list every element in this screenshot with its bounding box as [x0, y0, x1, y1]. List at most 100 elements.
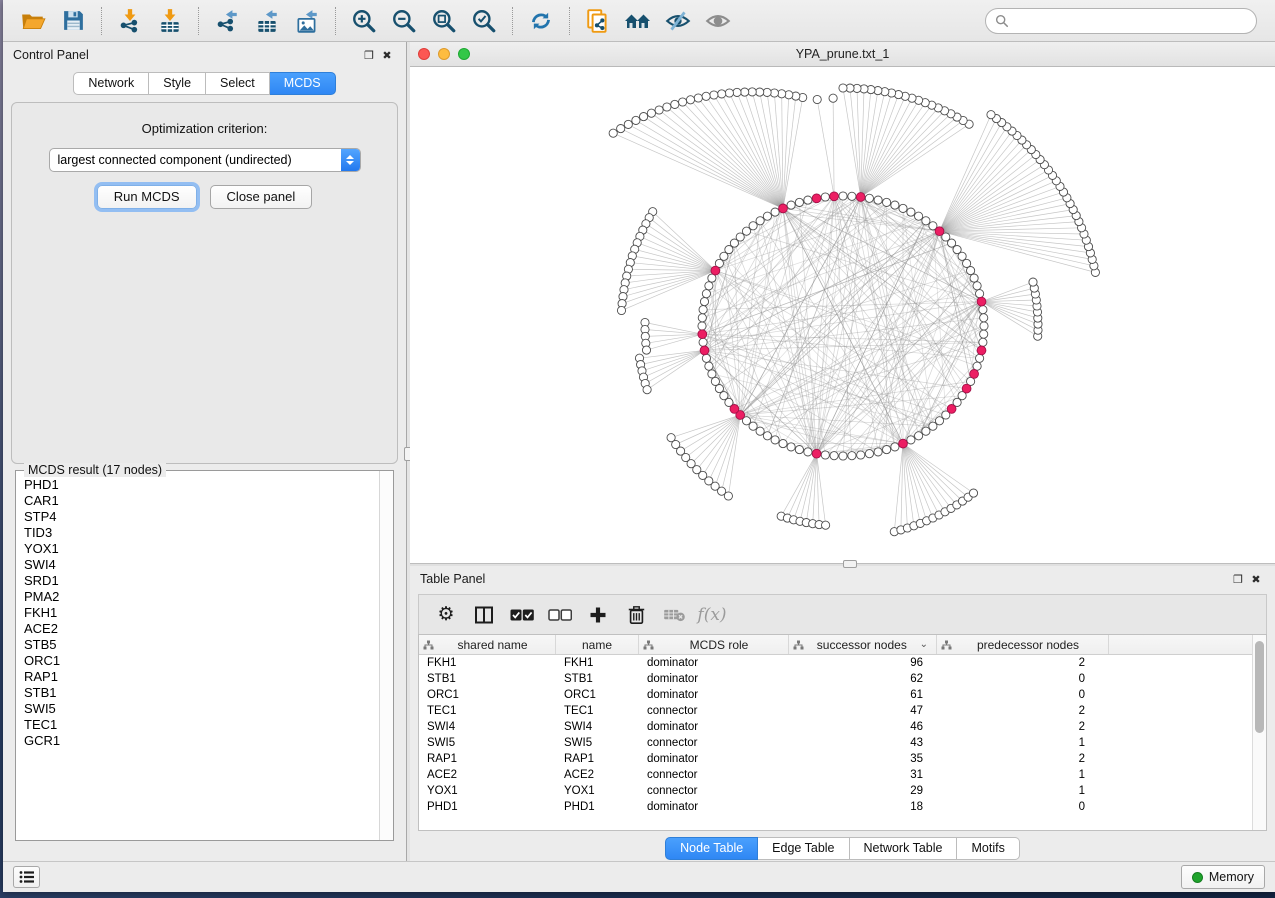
- unchecked-boxes-icon: [548, 608, 572, 622]
- mcds-list-scrollbar[interactable]: [379, 471, 393, 840]
- table-row[interactable]: SWI4 SWI4 dominator 46 2: [419, 719, 1252, 735]
- show-all-button[interactable]: [698, 4, 738, 38]
- table-row[interactable]: PHD1 PHD1 dominator 18 0: [419, 799, 1252, 815]
- delete-table-button[interactable]: [657, 600, 691, 630]
- hide-selected-button[interactable]: [658, 4, 698, 38]
- splitter-grip[interactable]: [843, 560, 857, 568]
- column-header-MCDS-role[interactable]: MCDS role: [639, 635, 789, 654]
- cell-mcds-role: connector: [639, 735, 789, 751]
- column-header-shared-name[interactable]: shared name: [419, 635, 556, 654]
- table-row[interactable]: FKH1 FKH1 dominator 96 2: [419, 655, 1252, 671]
- table-row[interactable]: TEC1 TEC1 connector 47 2: [419, 703, 1252, 719]
- mcds-result-item[interactable]: TID3: [24, 525, 379, 541]
- mcds-result-box: MCDS result (17 nodes) PHD1CAR1STP4TID3Y…: [15, 470, 394, 841]
- cell-filler: [1109, 783, 1252, 799]
- cell-filler: [1109, 735, 1252, 751]
- mcds-result-item[interactable]: STB1: [24, 685, 379, 701]
- mcds-result-item[interactable]: PHD1: [24, 477, 379, 493]
- mcds-result-item[interactable]: RAP1: [24, 669, 379, 685]
- cell-filler: [1109, 687, 1252, 703]
- mcds-result-item[interactable]: CAR1: [24, 493, 379, 509]
- table-row[interactable]: STB1 STB1 dominator 62 0: [419, 671, 1252, 687]
- horizontal-splitter[interactable]: [410, 563, 1275, 566]
- cell-mcds-role: dominator: [639, 719, 789, 735]
- zoom-fit-button[interactable]: [424, 4, 464, 38]
- run-mcds-button[interactable]: Run MCDS: [97, 185, 197, 209]
- tab-style[interactable]: Style: [149, 72, 206, 95]
- cell-mcds-role: dominator: [639, 751, 789, 767]
- criterion-dropdown[interactable]: largest connected component (undirected): [49, 148, 361, 172]
- tab-network-table[interactable]: Network Table: [850, 837, 958, 860]
- open-session-button[interactable]: [13, 4, 53, 38]
- search-input[interactable]: [1014, 14, 1247, 28]
- column-header-successor-nodes[interactable]: successor nodes ⌄: [789, 635, 937, 654]
- tab-node-table[interactable]: Node Table: [665, 837, 758, 860]
- mcds-result-item[interactable]: PMA2: [24, 589, 379, 605]
- mcds-result-item[interactable]: ORC1: [24, 653, 379, 669]
- first-neighbors-button[interactable]: [618, 4, 658, 38]
- table-row[interactable]: RAP1 RAP1 dominator 35 2: [419, 751, 1252, 767]
- search-icon: [995, 14, 1009, 28]
- export-table-button[interactable]: [247, 4, 287, 38]
- tab-mcds[interactable]: MCDS: [270, 72, 336, 95]
- mcds-result-item[interactable]: SWI5: [24, 701, 379, 717]
- mcds-result-item[interactable]: FKH1: [24, 605, 379, 621]
- add-column-button[interactable]: [581, 600, 615, 630]
- mcds-result-item[interactable]: SWI4: [24, 557, 379, 573]
- table-row[interactable]: SWI5 SWI5 connector 43 1: [419, 735, 1252, 751]
- close-panel-icon[interactable]: ✖: [1247, 573, 1265, 586]
- column-scope-icon: [643, 640, 654, 650]
- cell-mcds-role: dominator: [639, 655, 789, 671]
- mcds-result-item[interactable]: YOX1: [24, 541, 379, 557]
- table-row[interactable]: ACE2 ACE2 connector 31 1: [419, 767, 1252, 783]
- mcds-result-item[interactable]: ACE2: [24, 621, 379, 637]
- float-panel-icon[interactable]: ❐: [1229, 573, 1247, 586]
- tab-edge-table[interactable]: Edge Table: [758, 837, 849, 860]
- network-canvas[interactable]: [410, 67, 1275, 563]
- mcds-result-item[interactable]: GCR1: [24, 733, 379, 749]
- export-network-button[interactable]: [207, 4, 247, 38]
- cell-mcds-role: dominator: [639, 687, 789, 703]
- deselect-all-button[interactable]: [543, 600, 577, 630]
- zoom-in-button[interactable]: [344, 4, 384, 38]
- zoom-selected-button[interactable]: [464, 4, 504, 38]
- mcds-result-item[interactable]: STB5: [24, 637, 379, 653]
- column-header-name[interactable]: name: [556, 635, 639, 654]
- delete-column-button[interactable]: [619, 600, 653, 630]
- apply-layout-button[interactable]: [521, 4, 561, 38]
- table-row[interactable]: YOX1 YOX1 connector 29 1: [419, 783, 1252, 799]
- mcds-result-item[interactable]: SRD1: [24, 573, 379, 589]
- mcds-result-item[interactable]: STP4: [24, 509, 379, 525]
- table-settings-button[interactable]: ⚙: [429, 600, 463, 630]
- save-session-button[interactable]: [53, 4, 93, 38]
- zoom-out-button[interactable]: [384, 4, 424, 38]
- task-history-button[interactable]: [13, 866, 40, 888]
- scrollbar-thumb[interactable]: [1255, 641, 1264, 733]
- table-panel: Table Panel ❐ ✖ ⚙: [410, 566, 1275, 861]
- apply-function-button[interactable]: f(x): [695, 600, 729, 630]
- optimization-criterion-label: Optimization criterion:: [12, 121, 397, 136]
- table-scrollbar[interactable]: [1252, 635, 1266, 830]
- export-image-icon: [294, 8, 320, 34]
- cell-shared-name: RAP1: [419, 751, 556, 767]
- column-header-predecessor-nodes[interactable]: predecessor nodes: [937, 635, 1109, 654]
- import-network-button[interactable]: [110, 4, 150, 38]
- float-panel-icon[interactable]: ❐: [360, 49, 378, 62]
- close-panel-icon[interactable]: ✖: [378, 49, 396, 62]
- column-header-filler: [1109, 635, 1252, 654]
- memory-button[interactable]: Memory: [1181, 865, 1265, 889]
- mcds-result-item[interactable]: TEC1: [24, 717, 379, 733]
- split-panel-button[interactable]: [467, 600, 501, 630]
- select-all-button[interactable]: [505, 600, 539, 630]
- export-image-button[interactable]: [287, 4, 327, 38]
- import-table-button[interactable]: [150, 4, 190, 38]
- mcds-result-list[interactable]: PHD1CAR1STP4TID3YOX1SWI4SRD1PMA2FKH1ACE2…: [16, 471, 379, 840]
- new-network-from-selection-button[interactable]: [578, 4, 618, 38]
- network-graph[interactable]: [410, 67, 1275, 563]
- tab-motifs[interactable]: Motifs: [957, 837, 1019, 860]
- tab-network[interactable]: Network: [73, 72, 149, 95]
- network-search-box[interactable]: [985, 8, 1257, 34]
- close-panel-button[interactable]: Close panel: [210, 185, 313, 209]
- table-row[interactable]: ORC1 ORC1 dominator 61 0: [419, 687, 1252, 703]
- tab-select[interactable]: Select: [206, 72, 270, 95]
